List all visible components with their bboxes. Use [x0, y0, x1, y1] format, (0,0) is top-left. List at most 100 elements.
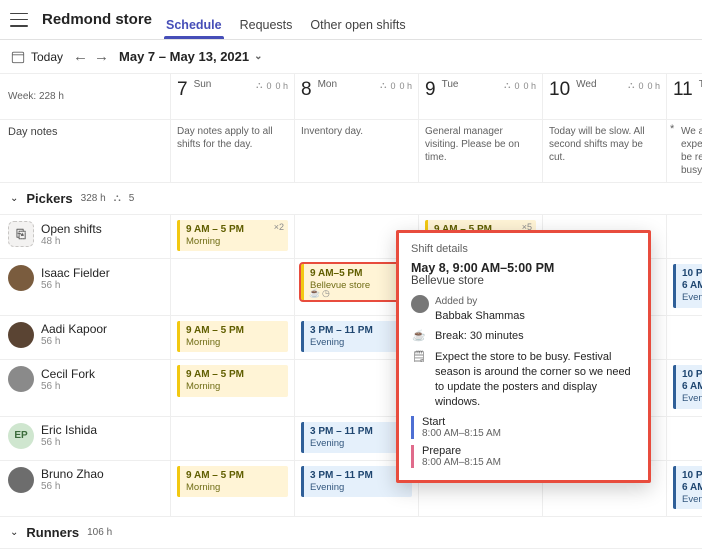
- shift-label: Morning: [186, 381, 282, 392]
- employee-hours: 56 h: [41, 381, 95, 392]
- shift-time: 9 AM – 5 PM: [186, 325, 282, 337]
- clock-icon: ◷: [322, 288, 330, 299]
- employee-hours: 56 h: [41, 336, 107, 347]
- week-hours-label: Week: 228 h: [0, 74, 170, 119]
- chevron-down-icon: ⌄: [10, 527, 18, 538]
- day-hrs: 0 h: [647, 81, 660, 91]
- shift-time: 9 AM–5 PM: [310, 268, 406, 280]
- menu-icon[interactable]: [10, 13, 28, 27]
- shift-time: 9 AM – 5 PM: [186, 224, 282, 236]
- employee-name[interactable]: Eric Ishida: [41, 423, 97, 437]
- next-week-button[interactable]: →: [94, 48, 109, 65]
- shift-time: 10 PM – 6 AM: [682, 268, 702, 292]
- avatar[interactable]: [8, 366, 34, 392]
- avatar[interactable]: EP: [8, 423, 34, 449]
- coffee-icon: ☕: [309, 288, 320, 299]
- shift-label: Evening: [682, 393, 702, 404]
- shift-card[interactable]: 10 PM – 6 AM Evening: [673, 466, 702, 509]
- shift-label: Evening: [310, 438, 406, 449]
- date-range-picker[interactable]: May 7 – May 13, 2021 ⌄: [119, 49, 262, 64]
- tab-requests[interactable]: Requests: [240, 18, 293, 39]
- day-header-sun[interactable]: 7 Sun ⛬00 h: [170, 74, 294, 119]
- activity-name: Prepare: [422, 445, 636, 457]
- activity-prepare: Prepare 8:00 AM–8:15 AM: [411, 445, 636, 468]
- day-hrs: 0 h: [523, 81, 536, 91]
- day-header-thu[interactable]: 11 Thu: [666, 74, 702, 119]
- day-hrs: 0 h: [399, 81, 412, 91]
- day-note-sun[interactable]: Day notes apply to all shifts for the da…: [170, 120, 294, 182]
- day-note-thu[interactable]: *We are expecting be really busy.: [666, 120, 702, 182]
- group-people: 5: [129, 193, 135, 204]
- employee-name[interactable]: Bruno Zhao: [41, 467, 104, 481]
- shift-card[interactable]: 9 AM – 5 PM Morning: [177, 466, 288, 497]
- employee-hours: 56 h: [41, 437, 97, 448]
- shift-time: 10 PM – 6 AM: [682, 369, 702, 393]
- popover-title: May 8, 9:00 AM–5:00 PM: [411, 261, 636, 275]
- avatar: [411, 295, 429, 313]
- group-hours: 328 h: [81, 193, 106, 204]
- people-icon: ⛬: [504, 80, 510, 91]
- store-title: Redmond store: [42, 11, 152, 28]
- shift-count: ×2: [274, 222, 284, 233]
- shift-time: 3 PM – 11 PM: [310, 426, 406, 438]
- day-note-wed[interactable]: Today will be slow. All second shifts ma…: [542, 120, 666, 182]
- people-icon: ⛬: [628, 80, 634, 91]
- group-header-pickers[interactable]: ⌄ Pickers 328 h ⛬ 5: [0, 183, 702, 215]
- shift-card[interactable]: 10 PM – 6 AM Evening: [673, 365, 702, 408]
- shift-time: 3 PM – 11 PM: [310, 325, 406, 337]
- avatar[interactable]: [8, 265, 34, 291]
- day-header-wed[interactable]: 10 Wed ⛬00 h: [542, 74, 666, 119]
- popover-subtitle: Bellevue store: [411, 275, 636, 287]
- today-button[interactable]: Today: [10, 49, 63, 65]
- day-header-mon[interactable]: 8 Mon ⛬00 h: [294, 74, 418, 119]
- added-by-name: Babbak Shammas: [435, 309, 525, 324]
- shift-label: Morning: [186, 236, 282, 247]
- group-hours: 106 h: [87, 527, 112, 538]
- activity-time: 8:00 AM–8:15 AM: [422, 457, 636, 468]
- tab-other-open-shifts[interactable]: Other open shifts: [310, 18, 405, 39]
- shift-time: 3 PM – 11 PM: [310, 470, 406, 482]
- group-name: Pickers: [26, 191, 72, 206]
- avatar[interactable]: [8, 467, 34, 493]
- day-num: 8: [301, 79, 312, 101]
- day-num: 9: [425, 79, 436, 101]
- activity-start: Start 8:00 AM–8:15 AM: [411, 416, 636, 439]
- day-note-tue[interactable]: General manager visiting. Please be on t…: [418, 120, 542, 182]
- open-shifts-label: Open shifts: [41, 222, 102, 236]
- day-note-mon[interactable]: Inventory day.: [294, 120, 418, 182]
- calendar-icon: [10, 49, 26, 65]
- prev-week-button[interactable]: ←: [73, 48, 88, 65]
- shift-card[interactable]: 9 AM – 5 PM Morning: [177, 321, 288, 352]
- group-header-runners[interactable]: ⌄ Runners 106 h: [0, 517, 702, 549]
- employee-name[interactable]: Cecil Fork: [41, 367, 95, 381]
- chevron-down-icon: ⌄: [10, 193, 18, 204]
- people-icon: ⛬: [256, 80, 262, 91]
- shift-label: Morning: [186, 337, 282, 348]
- people-icon: ⛬: [380, 80, 386, 91]
- shift-card[interactable]: 9 AM – 5 PM Morning: [177, 365, 288, 396]
- employee-name[interactable]: Aadi Kapoor: [41, 322, 107, 336]
- shift-label: Evening: [310, 482, 406, 493]
- group-name: Runners: [26, 525, 79, 540]
- coffee-icon: ☕: [411, 329, 427, 344]
- note-icon: 🗒: [411, 350, 427, 365]
- tab-schedule[interactable]: Schedule: [166, 18, 222, 39]
- shift-card[interactable]: 10 PM – 6 AM Evening: [673, 264, 702, 307]
- popover-heading: Shift details: [411, 243, 636, 255]
- shift-label: Evening: [682, 292, 702, 303]
- day-hrs: 0 h: [275, 81, 288, 91]
- day-notes-label: Day notes: [0, 120, 170, 182]
- shift-label: Evening: [310, 337, 406, 348]
- open-shift-icon: ⎘: [8, 221, 34, 247]
- note-text: We are expecting be really busy.: [681, 125, 702, 177]
- added-by-label: Added by: [435, 295, 525, 309]
- day-num: 7: [177, 79, 188, 101]
- employee-name[interactable]: Isaac Fielder: [41, 266, 110, 280]
- employee-hours: 56 h: [41, 481, 104, 492]
- shift-time: 9 AM – 5 PM: [186, 470, 282, 482]
- note-text: Expect the store to be busy. Festival se…: [435, 350, 636, 409]
- open-shift-card[interactable]: 9 AM – 5 PM Morning ×2: [177, 220, 288, 251]
- avatar[interactable]: [8, 322, 34, 348]
- shift-label: Morning: [186, 482, 282, 493]
- day-header-tue[interactable]: 9 Tue ⛬00 h: [418, 74, 542, 119]
